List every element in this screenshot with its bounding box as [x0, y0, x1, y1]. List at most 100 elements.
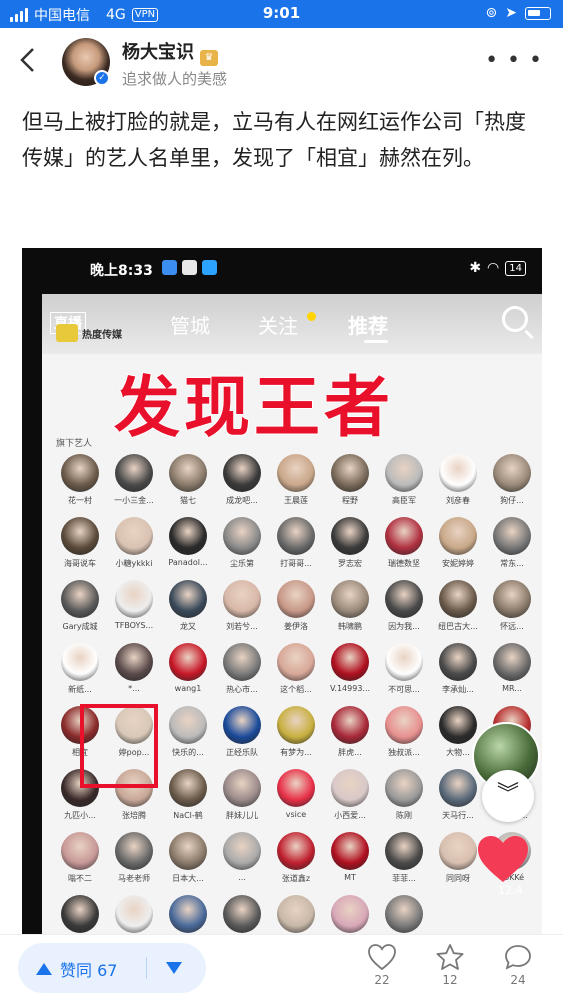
artist-item[interactable]: 安暮夕: [320, 895, 380, 934]
artist-item[interactable]: 巴哥韩...: [50, 895, 110, 934]
downvote-button[interactable]: [166, 962, 182, 974]
embedded-screenshot[interactable]: 晚上8:33 ✱ ◠ 14 直播 管城 关注 推荐 热度传媒 发现王者 旗下艺人…: [22, 248, 542, 934]
artist-avatar: [331, 769, 369, 807]
artist-item[interactable]: 程野: [320, 454, 380, 520]
artist-item[interactable]: 有梦为...: [266, 706, 326, 772]
artist-item[interactable]: 独叔派...: [374, 706, 434, 772]
artist-item[interactable]: 常东...: [482, 517, 542, 583]
artist-item[interactable]: vsice: [266, 769, 326, 835]
artist-avatar: [493, 643, 531, 681]
artist-item[interactable]: 胖妹儿儿: [212, 769, 272, 835]
artist-item[interactable]: 菲菲...: [374, 832, 434, 898]
artist-item[interactable]: 安妮婷婷: [428, 517, 488, 583]
comment-button[interactable]: 24: [493, 943, 543, 987]
artist-name: vsice: [285, 810, 307, 819]
artist-item[interactable]: 大飞不惑: [212, 895, 272, 934]
artist-avatar: [331, 517, 369, 555]
notification-icons: [162, 260, 217, 275]
artist-avatar: [385, 895, 423, 933]
favorite-button[interactable]: 12: [425, 943, 475, 987]
artist-item[interactable]: 日本大...: [158, 832, 218, 898]
artist-item[interactable]: 韩啸鹏: [320, 580, 380, 646]
artist-item[interactable]: 我是一...: [104, 895, 164, 934]
artist-item[interactable]: 马老老师: [104, 832, 164, 898]
artist-item[interactable]: 打哥哥...: [266, 517, 326, 583]
artist-avatar: [223, 895, 261, 933]
artist-avatar: [61, 454, 99, 492]
artist-avatar: [115, 832, 153, 870]
artist-item[interactable]: Panadol...: [158, 517, 218, 583]
artist-item[interactable]: 因为我...: [374, 580, 434, 646]
artist-item[interactable]: MR...: [482, 643, 542, 709]
artist-avatar: [439, 832, 477, 870]
artist-avatar: [115, 643, 153, 681]
artist-item[interactable]: 花一村: [50, 454, 110, 520]
lock-rotation-icon: ⊚: [485, 5, 498, 21]
artist-avatar: [385, 769, 423, 807]
artist-item[interactable]: 这个稻...: [266, 643, 326, 709]
artist-item[interactable]: 尘乐第: [212, 517, 272, 583]
artist-item[interactable]: 狗仔...: [482, 454, 542, 520]
artist-item[interactable]: 瑞德数坚: [374, 517, 434, 583]
artist-name: V.14993...: [329, 684, 371, 693]
artist-item[interactable]: *...: [104, 643, 164, 709]
artist-item[interactable]: MT: [320, 832, 380, 898]
artist-item[interactable]: 天马行...: [428, 769, 488, 835]
artist-item[interactable]: 罗志宏: [320, 517, 380, 583]
artist-name: 韩啸鹏: [338, 622, 362, 631]
artist-item[interactable]: 蔚小斌: [266, 895, 326, 934]
artist-item[interactable]: 艾灵拉B...: [158, 895, 218, 934]
artist-item[interactable]: 纽巴古大...: [428, 580, 488, 646]
artist-item[interactable]: 一小三金...: [104, 454, 164, 520]
artist-item[interactable]: 小西爱...: [320, 769, 380, 835]
artist-item[interactable]: 猫七: [158, 454, 218, 520]
artist-name: 怀远...: [500, 622, 524, 631]
artist-avatar: [115, 517, 153, 555]
heart-icon[interactable]: [476, 834, 530, 884]
artist-item[interactable]: 刘若兮...: [212, 580, 272, 646]
artist-avatar: [331, 643, 369, 681]
artist-item[interactable]: 热心市...: [212, 643, 272, 709]
artist-item[interactable]: 王晨莲: [266, 454, 326, 520]
artist-item[interactable]: 怀远...: [482, 580, 542, 646]
artist-avatar: [223, 643, 261, 681]
artist-avatar: [439, 517, 477, 555]
artist-item[interactable]: 姜伊洛: [266, 580, 326, 646]
embedded-status-bar: 晚上8:33 ✱ ◠ 14: [22, 248, 542, 288]
author-name-row[interactable]: 杨大宝识 ♛: [122, 38, 218, 66]
upvote-button[interactable]: 赞同 67: [36, 957, 117, 981]
artist-item[interactable]: 李承灿...: [428, 643, 488, 709]
artist-item[interactable]: 刘彦春: [428, 454, 488, 520]
like-button[interactable]: 22: [357, 943, 407, 987]
artist-item[interactable]: 快乐的...: [158, 706, 218, 772]
artist-item[interactable]: 不可思...: [374, 643, 434, 709]
artist-avatar: [277, 769, 315, 807]
highlight-box: [80, 704, 158, 788]
artist-item[interactable]: NaCl-鹤: [158, 769, 218, 835]
artist-item[interactable]: TFBOYS...: [104, 580, 164, 646]
artist-item[interactable]: Gary成城: [50, 580, 110, 646]
artist-avatar: [169, 706, 207, 744]
artist-item[interactable]: 成龙吧...: [212, 454, 272, 520]
artist-item[interactable]: wang1: [158, 643, 218, 709]
artist-item[interactable]: 张道鑫z: [266, 832, 326, 898]
artist-item[interactable]: 龙又: [158, 580, 218, 646]
artist-name: 王晨莲: [284, 496, 308, 505]
artist-item[interactable]: 海哥说车: [50, 517, 110, 583]
vote-divider: [146, 957, 147, 979]
artist-item[interactable]: ...: [212, 832, 272, 898]
artist-item[interactable]: 嗡不二: [50, 832, 110, 898]
artist-item[interactable]: 小糖ykkki: [104, 517, 164, 583]
artist-item[interactable]: 胖虎...: [320, 706, 380, 772]
author-name[interactable]: 杨大宝识: [122, 42, 194, 63]
artist-item[interactable]: V.14993...: [320, 643, 380, 709]
artist-item[interactable]: 高臣军: [374, 454, 434, 520]
artist-name: MT: [344, 873, 356, 882]
more-options-icon[interactable]: • • •: [485, 48, 543, 73]
artist-item[interactable]: 正经乐队: [212, 706, 272, 772]
collapse-chevron-icon[interactable]: ︾: [482, 770, 534, 822]
artist-item[interactable]: 新纸...: [50, 643, 110, 709]
artist-item[interactable]: ...: [374, 895, 434, 934]
artist-item[interactable]: 陈刚: [374, 769, 434, 835]
back-button[interactable]: [18, 46, 46, 80]
